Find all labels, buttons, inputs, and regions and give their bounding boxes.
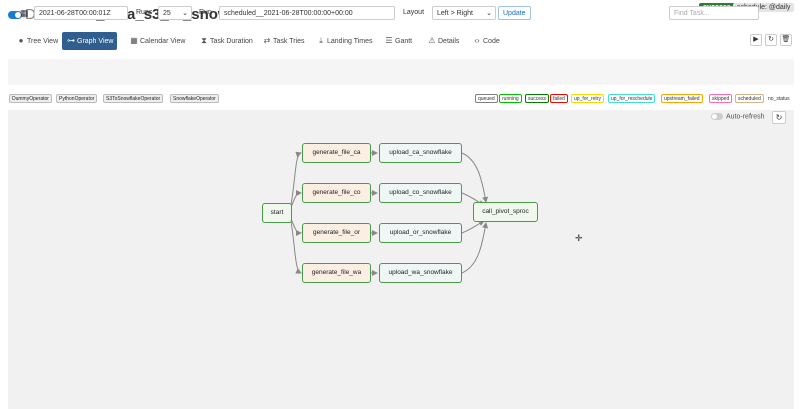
edge-start-gen-ca: [290, 151, 302, 206]
task-node-upload-co-snowflake[interactable]: upload_co_snowflake: [379, 183, 462, 203]
task-node-call-pivot-sproc[interactable]: call_pivot_sproc: [473, 202, 538, 222]
task-node-generate-file-ca[interactable]: generate_file_ca: [302, 143, 371, 163]
task-node-generate-file-co[interactable]: generate_file_co: [302, 183, 371, 203]
task-node-upload-or-snowflake[interactable]: upload_or_snowflake: [379, 223, 462, 243]
task-node-generate-file-or[interactable]: generate_file_or: [302, 223, 371, 243]
task-node-start[interactable]: start: [262, 203, 292, 223]
task-node-upload-ca-snowflake[interactable]: upload_ca_snowflake: [379, 143, 462, 163]
edge-up-wa-pivot: [461, 222, 489, 274]
edge-up-or-pivot: [461, 220, 485, 234]
move-cursor-icon: ✛: [575, 233, 583, 243]
task-node-generate-file-wa[interactable]: generate_file_wa: [302, 263, 371, 283]
graph-edges: [290, 150, 489, 276]
task-node-upload-wa-snowflake[interactable]: upload_wa_snowflake: [379, 263, 462, 283]
edge-start-gen-wa: [290, 220, 302, 274]
